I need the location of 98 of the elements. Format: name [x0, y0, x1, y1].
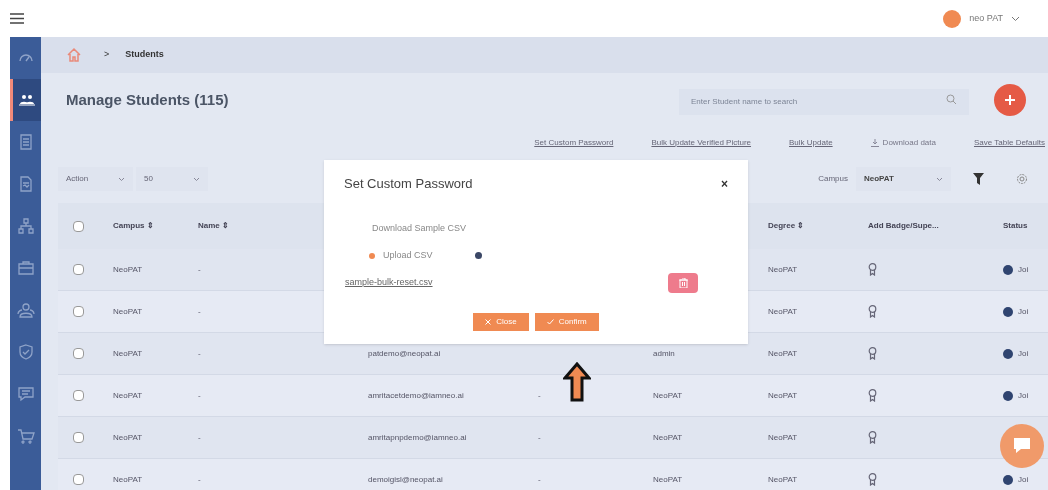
table-cell: NeoPAT — [113, 473, 143, 486]
download-label: Download Sample CSV — [372, 221, 468, 235]
badge-icon[interactable] — [868, 473, 877, 486]
add-button[interactable] — [994, 84, 1026, 116]
shield-icon — [16, 343, 35, 361]
badge-icon[interactable] — [868, 347, 877, 360]
check-icon — [546, 318, 554, 325]
table-cell: Joi — [1018, 263, 1029, 276]
table-cell: - — [198, 473, 201, 486]
row-checkbox[interactable] — [73, 348, 84, 359]
column-header[interactable]: Name ⇕ — [198, 220, 229, 232]
search-field[interactable]: Enter Student name to search — [679, 88, 969, 115]
table-cell: amritacetdemo@iamneo.ai — [368, 389, 464, 402]
chat-icon — [1012, 437, 1032, 455]
column-header[interactable]: Add Badge/Supe... — [868, 220, 939, 232]
chat-icon — [16, 385, 35, 403]
badge-icon[interactable] — [868, 305, 877, 318]
campus-select[interactable]: NeoPAT — [856, 167, 951, 191]
column-header[interactable]: Campus ⇕ — [113, 220, 154, 232]
table-cell: NeoPAT — [113, 347, 143, 360]
table-cell: Joi — [1018, 473, 1029, 486]
settings-icon[interactable] — [1016, 173, 1028, 185]
row-checkbox[interactable] — [73, 390, 84, 401]
home-icon[interactable] — [66, 47, 82, 63]
toolbar-link[interactable]: Bulk Update — [789, 137, 833, 149]
table-cell: NeoPAT — [768, 431, 798, 444]
action-select[interactable]: Action — [58, 167, 133, 191]
close-icon — [485, 318, 492, 325]
trash-icon — [678, 277, 688, 288]
campus-label: Campus — [818, 173, 848, 185]
table-cell: NeoPAT — [768, 389, 798, 402]
dialog-title: Set Custom Password — [344, 175, 473, 193]
caret-icon[interactable] — [1011, 15, 1020, 22]
table-cell: NeoPAT — [768, 473, 798, 486]
table-cell: NeoPAT — [768, 347, 798, 360]
table-cell: - — [538, 389, 541, 402]
group-icon — [16, 301, 35, 319]
table-cell: NeoPAT — [113, 431, 143, 444]
table-cell: - — [538, 431, 541, 444]
delete-button[interactable] — [668, 272, 698, 293]
badge-icon[interactable] — [868, 263, 877, 276]
toolbar-link[interactable]: Bulk Update Verified Picture — [651, 137, 751, 149]
page-size-select[interactable]: 50 — [136, 167, 208, 191]
caret-icon[interactable] — [193, 176, 200, 182]
sidebar-item[interactable] — [10, 79, 41, 121]
filter-icon[interactable] — [973, 173, 984, 185]
user-name: neo PAT — [969, 11, 1003, 25]
badge-icon[interactable] — [868, 389, 877, 402]
table-cell: amritapnpdemo@iamneo.ai — [368, 431, 467, 444]
table-cell: NeoPAT — [768, 263, 798, 276]
page-title: Manage Students (115) — [66, 89, 230, 110]
table-cell: NeoPAT — [113, 389, 143, 402]
table-cell: NeoPAT — [653, 431, 683, 444]
hierarchy-icon — [16, 217, 35, 235]
download-link[interactable]: Download data — [870, 137, 936, 149]
cart-icon — [16, 427, 35, 445]
radio-option[interactable]: Upload CSV — [369, 249, 433, 263]
breadcrumb-separator: > — [104, 48, 110, 62]
table-cell: - — [198, 263, 201, 276]
table-cell: NeoPAT — [113, 263, 143, 276]
row-checkbox[interactable] — [73, 306, 84, 317]
caret-icon[interactable] — [118, 176, 125, 182]
breadcrumb-item[interactable]: Students — [125, 48, 164, 62]
caret-icon[interactable] — [936, 176, 943, 182]
table-cell: - — [198, 305, 201, 318]
close-button[interactable]: × — [721, 174, 728, 193]
column-header[interactable]: Status — [1003, 220, 1028, 232]
download-icon — [870, 139, 879, 147]
up-arrow-icon — [563, 362, 591, 402]
column-header[interactable]: Degree ⇕ — [768, 220, 805, 232]
badge-icon[interactable] — [868, 431, 877, 444]
row-checkbox[interactable] — [73, 474, 84, 485]
table-cell: NeoPAT — [113, 305, 143, 318]
row-checkbox[interactable] — [73, 264, 84, 275]
search-icon[interactable] — [946, 94, 957, 105]
table-cell: demoigisl@neopat.ai — [368, 473, 443, 486]
user-avatar[interactable] — [943, 9, 962, 28]
table-cell: patdemo@neopat.ai — [368, 347, 441, 360]
plus-icon — [1004, 94, 1016, 106]
table-cell: Joi — [1018, 347, 1029, 360]
table-cell: - — [198, 347, 201, 360]
info-icon[interactable] — [474, 252, 482, 260]
toolbar-link[interactable]: Set Custom Password — [534, 137, 614, 149]
file-link[interactable]: sample-bulk-reset.csv — [345, 275, 433, 290]
table-cell: NeoPAT — [653, 389, 683, 402]
briefcase-icon — [16, 259, 35, 277]
row-checkbox[interactable] — [73, 432, 84, 443]
toolbar-link[interactable]: Save Table Defaults — [974, 137, 1045, 149]
select-all-checkbox[interactable] — [73, 220, 84, 232]
table-cell: - — [198, 431, 201, 444]
menu-icon[interactable] — [10, 13, 24, 24]
table-cell: NeoPAT — [768, 305, 798, 318]
table-cell: Joi — [1018, 305, 1029, 318]
table-cell: NeoPAT — [653, 473, 683, 486]
table-cell: Joi — [1018, 389, 1029, 402]
table-cell: - — [198, 389, 201, 402]
table-cell: - — [538, 473, 541, 486]
table-cell: admin — [653, 347, 675, 360]
